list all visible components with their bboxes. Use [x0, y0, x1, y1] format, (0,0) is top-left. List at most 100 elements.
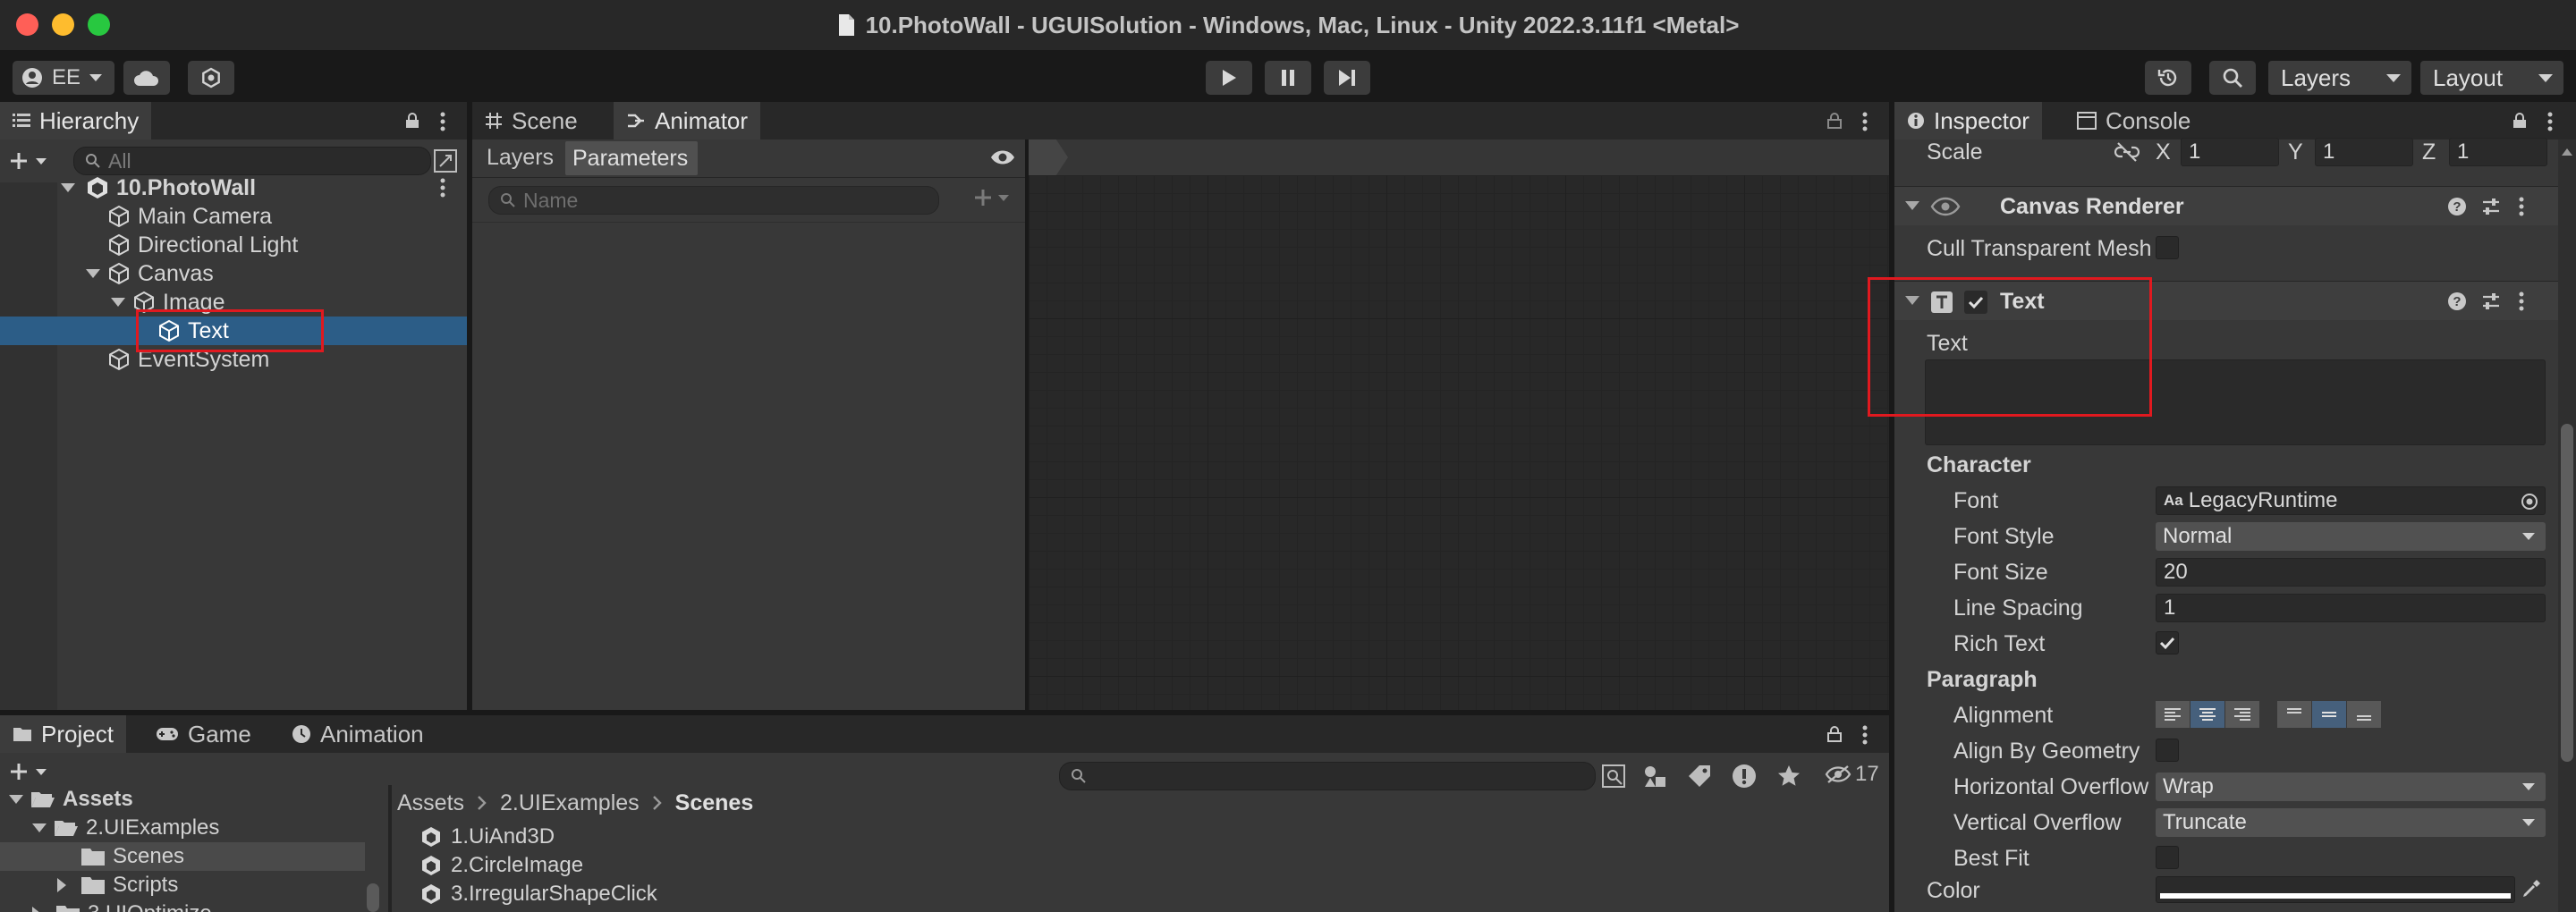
project-splitter[interactable]	[388, 785, 392, 912]
hierarchy-item-directional-light[interactable]: Directional Light	[0, 231, 467, 259]
tree-item-assets[interactable]: Assets	[0, 785, 365, 814]
star-icon[interactable]	[1776, 764, 1801, 789]
chevron-down-icon[interactable]	[1905, 201, 1919, 210]
help-icon[interactable]: ?	[2447, 291, 2467, 311]
scale-x-field[interactable]: 1	[2181, 138, 2279, 166]
tree-item-scenes-selected[interactable]: Scenes	[0, 842, 365, 871]
horizontal-overflow-dropdown[interactable]: Wrap	[2156, 773, 2546, 801]
hierarchy-item-canvas[interactable]: Canvas	[0, 259, 467, 288]
hierarchy-search-input[interactable]: All	[73, 147, 431, 175]
collab-button[interactable]	[188, 61, 234, 95]
scale-z-field[interactable]: 1	[2449, 138, 2547, 166]
align-by-geometry-checkbox[interactable]	[2156, 739, 2179, 762]
align-right-button[interactable]	[2225, 701, 2259, 728]
search-button[interactable]	[2209, 61, 2256, 95]
tree-scrollbar-thumb[interactable]	[367, 883, 379, 912]
chevron-down-icon[interactable]	[61, 183, 75, 192]
help-icon[interactable]: ?	[2447, 197, 2467, 216]
tree-item-ui-examples[interactable]: 2.UIExamples	[0, 814, 365, 842]
best-fit-checkbox[interactable]	[2156, 846, 2179, 869]
font-size-field[interactable]: 20	[2156, 558, 2546, 587]
scale-y-field[interactable]: 1	[2315, 138, 2413, 166]
tree-item-scripts[interactable]: Scripts	[0, 871, 365, 899]
breadcrumb-item[interactable]: 2.UIExamples	[500, 790, 640, 816]
more-options-icon[interactable]	[1862, 725, 1868, 745]
undo-history-button[interactable]	[2145, 61, 2191, 95]
chevron-down-icon[interactable]	[32, 823, 47, 832]
more-options-icon[interactable]	[2547, 112, 2553, 131]
canvas-renderer-header[interactable]: Canvas Renderer ?	[1894, 186, 2558, 225]
chevron-down-icon[interactable]	[9, 795, 23, 804]
align-center-button[interactable]	[2190, 701, 2224, 728]
file-item[interactable]: 2.CircleImage	[420, 851, 583, 880]
eyedropper-icon[interactable]	[2521, 878, 2542, 899]
scene-visibility-icon[interactable]	[433, 148, 458, 173]
tree-item-ui-optimize[interactable]: 3.UIOptimize	[0, 899, 365, 912]
chevron-right-icon[interactable]	[57, 878, 66, 892]
create-dropdown[interactable]	[9, 147, 57, 175]
eye-icon[interactable]	[989, 148, 1016, 166]
layout-dropdown[interactable]: Layout	[2420, 61, 2563, 95]
layers-dropdown[interactable]: Layers	[2268, 61, 2411, 95]
filter-by-label-icon[interactable]	[1687, 764, 1712, 789]
font-object-field[interactable]: Aa LegacyRuntime	[2156, 486, 2546, 515]
lock-icon[interactable]	[1826, 113, 1843, 129]
search-in-scene-icon[interactable]	[1601, 764, 1626, 789]
file-item[interactable]: 1.UiAnd3D	[420, 823, 555, 851]
tab-animation[interactable]: Animation	[279, 715, 436, 753]
color-field[interactable]	[2156, 876, 2515, 903]
animator-graph-canvas[interactable]	[1029, 139, 1889, 710]
align-left-button[interactable]	[2156, 701, 2190, 728]
scroll-up-icon[interactable]	[2562, 148, 2572, 156]
parameter-search-input[interactable]: Name	[488, 186, 939, 215]
project-create-dropdown[interactable]	[9, 762, 47, 781]
more-options-icon[interactable]	[440, 112, 445, 131]
cloud-button[interactable]	[123, 61, 170, 95]
align-top-button[interactable]	[2277, 701, 2311, 728]
align-middle-button[interactable]	[2312, 701, 2346, 728]
more-options-icon[interactable]	[1862, 112, 1868, 131]
file-item[interactable]: 3.IrregularShapeClick	[420, 880, 657, 908]
add-parameter-dropdown[interactable]	[973, 188, 1009, 207]
more-options-icon[interactable]	[440, 178, 445, 198]
chevron-right-icon[interactable]	[32, 907, 41, 912]
more-options-icon[interactable]	[2519, 291, 2524, 311]
pause-button[interactable]	[1265, 61, 1311, 95]
project-search-input[interactable]	[1059, 762, 1596, 790]
lock-icon[interactable]	[2512, 113, 2528, 129]
vertical-overflow-dropdown[interactable]: Truncate	[2156, 808, 2546, 837]
presets-icon[interactable]	[2481, 291, 2501, 311]
play-button[interactable]	[1206, 61, 1252, 95]
scrollbar-thumb[interactable]	[2561, 424, 2573, 762]
animator-layers-tab[interactable]: Layers	[481, 139, 571, 175]
constrain-proportions-icon[interactable]	[2114, 141, 2140, 163]
lock-icon[interactable]	[404, 113, 420, 129]
warning-icon[interactable]	[1732, 764, 1757, 789]
hidden-packages-toggle[interactable]: 17	[1825, 762, 1879, 787]
rich-text-checkbox[interactable]	[2156, 631, 2179, 654]
tab-animator[interactable]: Animator	[614, 102, 761, 139]
font-style-dropdown[interactable]: Normal	[2156, 522, 2546, 551]
tab-project[interactable]: Project	[0, 715, 126, 753]
inspector-scrollbar[interactable]	[2558, 139, 2576, 912]
align-bottom-button[interactable]	[2347, 701, 2381, 728]
chevron-down-icon[interactable]	[86, 269, 100, 278]
presets-icon[interactable]	[2481, 197, 2501, 216]
tab-hierarchy[interactable]: Hierarchy	[0, 102, 152, 139]
lock-icon[interactable]	[1826, 726, 1843, 742]
object-picker-icon[interactable]	[2520, 492, 2539, 511]
filter-by-type-icon[interactable]	[1642, 764, 1667, 789]
more-options-icon[interactable]	[2519, 197, 2524, 216]
chevron-down-icon[interactable]	[111, 298, 125, 307]
line-spacing-field[interactable]: 1	[2156, 594, 2546, 622]
breadcrumb-item[interactable]: Assets	[397, 790, 464, 816]
step-button[interactable]	[1324, 61, 1370, 95]
breadcrumb-item-current[interactable]: Scenes	[675, 790, 754, 816]
animator-parameters-tab[interactable]: Parameters	[565, 141, 698, 175]
tab-inspector[interactable]: Inspector	[1894, 102, 2042, 139]
tab-game[interactable]: Game	[143, 715, 264, 753]
hierarchy-item-main-camera[interactable]: Main Camera	[0, 202, 467, 231]
account-dropdown[interactable]: EE	[13, 61, 114, 95]
hierarchy-item-scene[interactable]: 10.PhotoWall	[0, 173, 467, 202]
tab-console[interactable]: Console	[2064, 102, 2203, 139]
